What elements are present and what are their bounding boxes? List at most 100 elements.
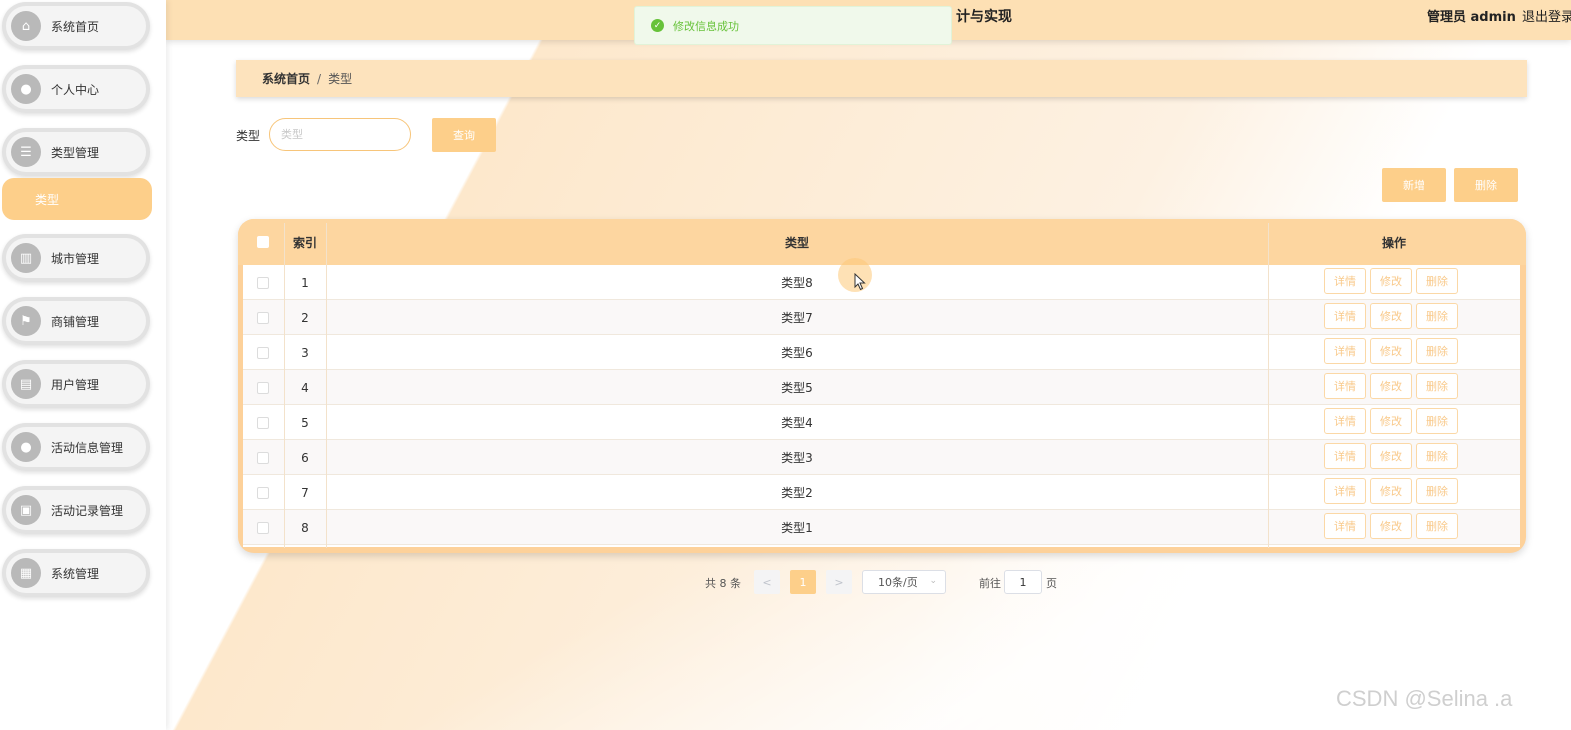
pagination-total: 共 8 条	[705, 577, 741, 590]
sidebar-item[interactable]: ▣ 活动记录管理	[2, 486, 150, 534]
batch-delete-button[interactable]: 删除	[1454, 168, 1518, 202]
edit-button[interactable]: 修改	[1370, 303, 1412, 329]
sidebar-item-label: 活动记录管理	[51, 503, 124, 518]
chevron-down-icon: ⌄	[929, 576, 937, 586]
goto-label: 前往	[979, 577, 1001, 590]
table-row: 5 类型4 详情 修改 删除	[243, 405, 1520, 440]
row-checkbox[interactable]	[257, 486, 269, 499]
sidebar-item[interactable]: ▥ 城市管理	[2, 234, 150, 282]
row-checkbox[interactable]	[257, 276, 269, 289]
table-header: 索引 类型 操作	[238, 219, 1526, 265]
row-delete-button[interactable]: 删除	[1416, 268, 1458, 294]
edit-button[interactable]: 修改	[1370, 373, 1412, 399]
edit-button[interactable]: 修改	[1370, 338, 1412, 364]
detail-button[interactable]: 详情	[1324, 338, 1366, 364]
row-index: 1	[301, 275, 309, 290]
search-input[interactable]	[269, 118, 411, 151]
page-size-value: 10条/页	[878, 576, 918, 589]
search-button[interactable]: 查询	[432, 118, 496, 152]
detail-button[interactable]: 详情	[1324, 303, 1366, 329]
row-checkbox[interactable]	[257, 311, 269, 324]
table-body: 1 类型8 详情 修改 删除 2 类型7 详情 修改 删除 3 类型6 详情 修改 删除 4 类型5 详情 修改 删除…	[243, 265, 1520, 547]
column-divider	[284, 223, 285, 548]
next-page-button[interactable]: >	[826, 570, 852, 594]
row-delete-button[interactable]: 删除	[1416, 303, 1458, 329]
sidebar-item[interactable]: ⚑ 商铺管理	[2, 297, 150, 345]
person-icon: ●	[11, 432, 41, 462]
page-size-select[interactable]: 10条/页 ⌄	[862, 570, 946, 594]
toast-message: 修改信息成功	[673, 19, 739, 33]
detail-button[interactable]: 详情	[1324, 268, 1366, 294]
detail-button[interactable]: 详情	[1324, 408, 1366, 434]
select-all-cell	[250, 219, 276, 265]
row-select-cell	[250, 335, 276, 370]
sidebar-item[interactable]: ☰ 类型管理	[2, 128, 150, 176]
table-row: 2 类型7 详情 修改 删除	[243, 300, 1520, 335]
detail-button[interactable]: 详情	[1324, 373, 1366, 399]
column-divider	[1268, 223, 1269, 548]
detail-button[interactable]: 详情	[1324, 443, 1366, 469]
add-button[interactable]: 新增	[1382, 168, 1446, 202]
row-delete-button[interactable]: 删除	[1416, 513, 1458, 539]
logout-link[interactable]: 退出登录	[1522, 6, 1571, 25]
sidebar-item-label: 个人中心	[51, 82, 100, 97]
row-select-cell	[250, 370, 276, 405]
row-delete-button[interactable]: 删除	[1416, 373, 1458, 399]
prev-page-button[interactable]: <	[754, 570, 780, 594]
row-select-cell	[250, 265, 276, 300]
row-delete-button[interactable]: 删除	[1416, 443, 1458, 469]
row-checkbox[interactable]	[257, 451, 269, 464]
sidebar-item[interactable]: ● 个人中心	[2, 65, 150, 113]
row-index: 8	[301, 520, 309, 535]
header-type: 类型	[784, 235, 809, 250]
row-select-cell	[250, 510, 276, 545]
row-delete-button[interactable]: 删除	[1416, 478, 1458, 504]
row-select-cell	[250, 405, 276, 440]
sidebar-item-label: 城市管理	[51, 251, 100, 266]
row-checkbox[interactable]	[257, 521, 269, 534]
sidebar-item-label: 商铺管理	[51, 314, 100, 329]
sidebar: ⌂ 系统首页 ● 个人中心 ☰ 类型管理 ▥ 城市管理 ⚑ 商铺管理 ▤ 用户管理 ● 活动信息管理 ▣ 活动…	[0, 0, 166, 730]
table-row: 3 类型6 详情 修改 删除	[243, 335, 1520, 370]
success-toast: ✓ 修改信息成功	[634, 6, 952, 45]
row-delete-button[interactable]: 删除	[1416, 338, 1458, 364]
row-type: 类型1	[781, 521, 813, 535]
edit-button[interactable]: 修改	[1370, 443, 1412, 469]
goto-page-input[interactable]	[1004, 570, 1042, 594]
row-checkbox[interactable]	[257, 416, 269, 429]
sidebar-item-label: 系统首页	[51, 19, 100, 34]
sidebar-item[interactable]: ● 活动信息管理	[2, 423, 150, 471]
grid-icon: ▦	[11, 558, 41, 588]
row-index: 2	[301, 310, 309, 325]
breadcrumb-current: 类型	[328, 72, 353, 86]
mouse-cursor-icon	[854, 273, 866, 291]
detail-button[interactable]: 详情	[1324, 478, 1366, 504]
edit-button[interactable]: 修改	[1370, 478, 1412, 504]
sidebar-item[interactable]: ▤ 用户管理	[2, 360, 150, 408]
detail-button[interactable]: 详情	[1324, 513, 1366, 539]
table-row: 7 类型2 详情 修改 删除	[243, 475, 1520, 510]
row-checkbox[interactable]	[257, 346, 269, 359]
table-row: 4 类型5 详情 修改 删除	[243, 370, 1520, 405]
sidebar-item-label: 系统管理	[51, 566, 100, 581]
page-suffix: 页	[1046, 577, 1057, 590]
row-delete-button[interactable]: 删除	[1416, 408, 1458, 434]
sidebar-item-label: 活动信息管理	[51, 440, 124, 455]
row-index: 7	[301, 485, 309, 500]
edit-button[interactable]: 修改	[1370, 408, 1412, 434]
row-type: 类型4	[781, 416, 813, 430]
row-index: 6	[301, 450, 309, 465]
row-checkbox[interactable]	[257, 381, 269, 394]
sidebar-item[interactable]: ⌂ 系统首页	[2, 2, 150, 50]
sidebar-item[interactable]: ▦ 系统管理	[2, 549, 150, 597]
select-all-checkbox[interactable]	[257, 236, 269, 248]
page-1-button[interactable]: 1	[790, 570, 816, 594]
header-index: 索引	[292, 235, 317, 250]
search-label: 类型	[236, 129, 261, 143]
row-type: 类型2	[781, 486, 813, 500]
edit-button[interactable]: 修改	[1370, 268, 1412, 294]
edit-button[interactable]: 修改	[1370, 513, 1412, 539]
sidebar-subitem-type[interactable]: 类型	[2, 178, 152, 220]
breadcrumb-home[interactable]: 系统首页	[262, 70, 310, 87]
table-row: 8 类型1 详情 修改 删除	[243, 510, 1520, 545]
